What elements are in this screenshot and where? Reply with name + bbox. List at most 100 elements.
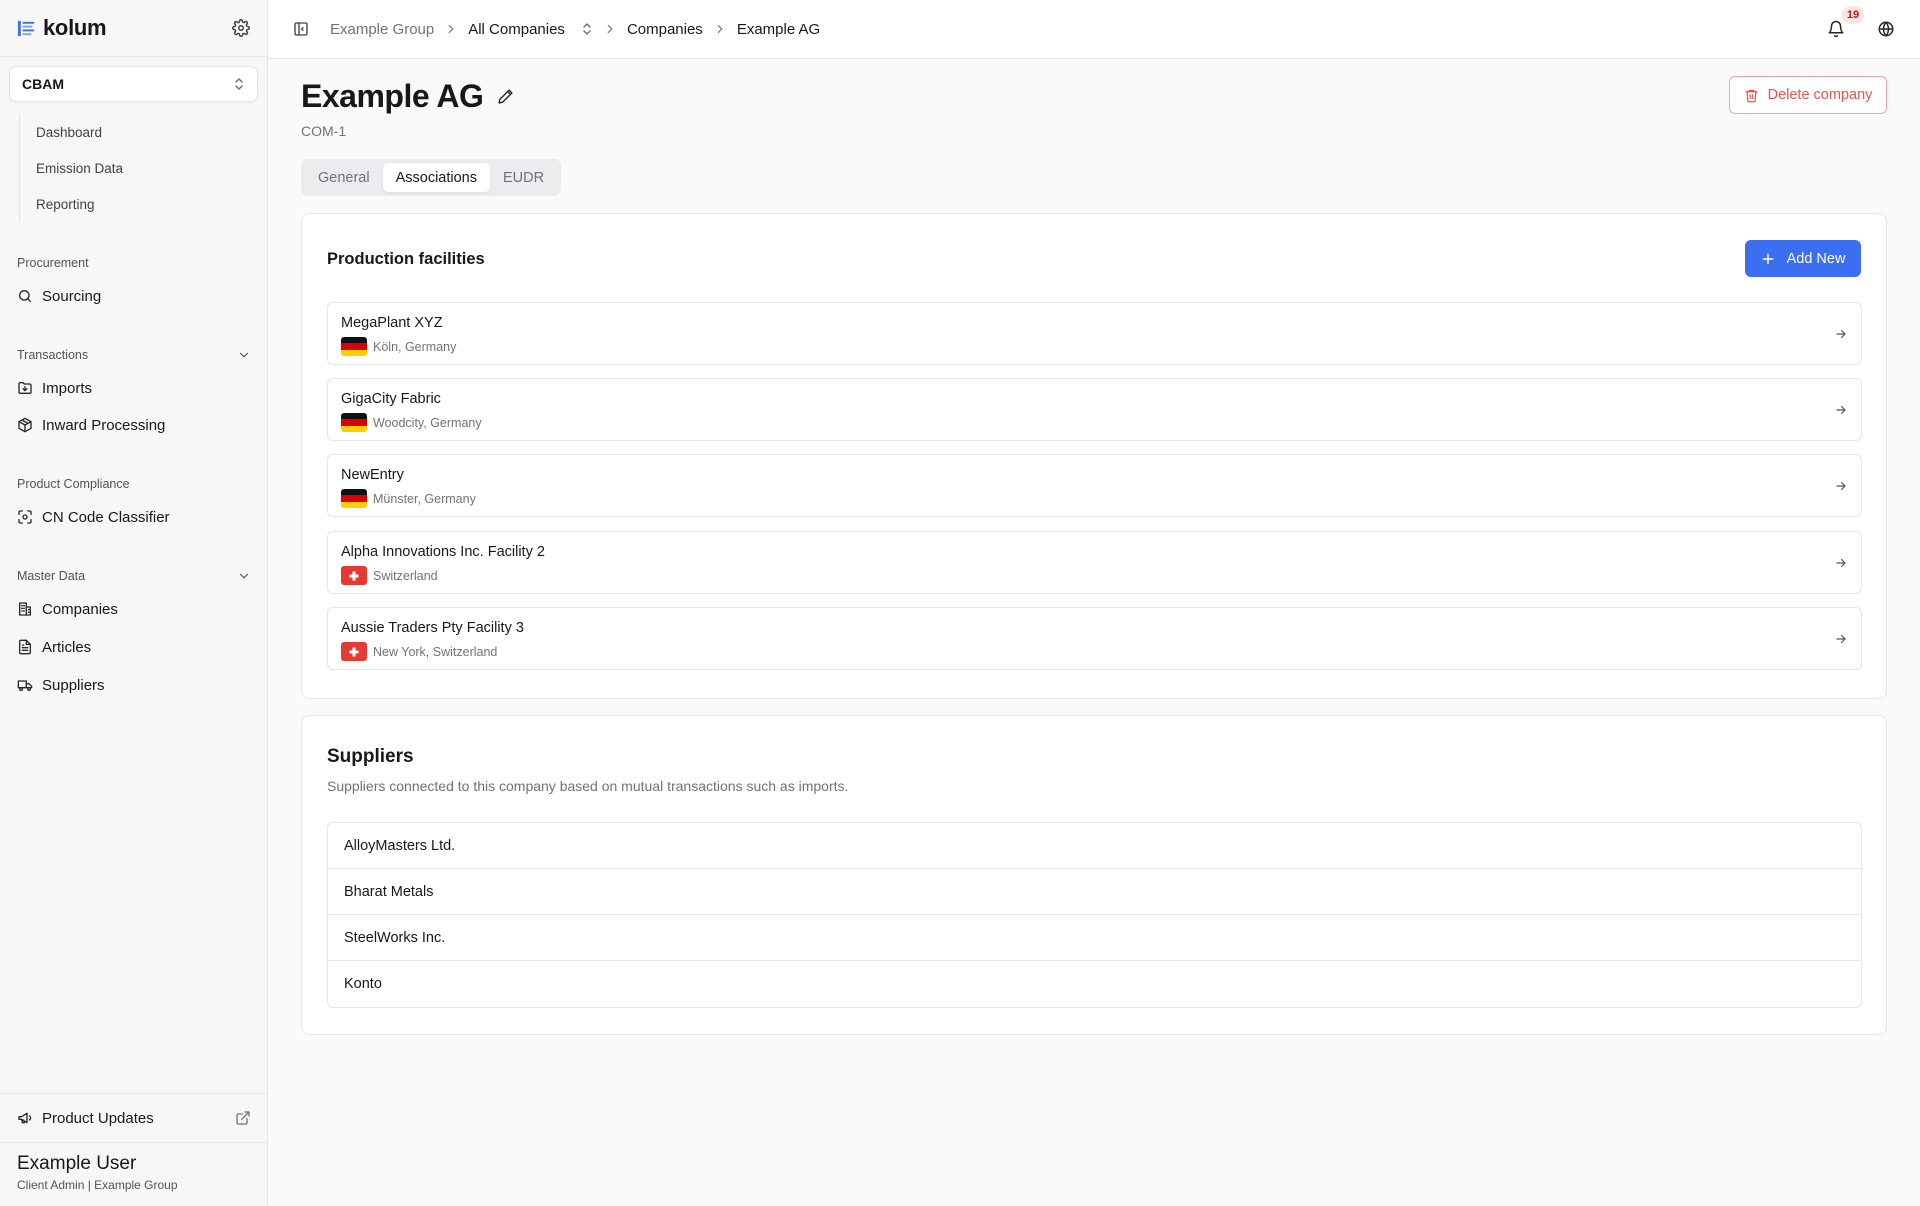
- breadcrumb-current: Example AG: [736, 20, 821, 38]
- production-facilities-title: Production facilities: [327, 250, 485, 268]
- sidebar-toggle-icon[interactable]: [293, 21, 309, 37]
- facility-location: Münster, Germany: [341, 489, 476, 508]
- sidebar-item-cn-code-classifier[interactable]: CN Code Classifier: [17, 503, 170, 531]
- production-facilities-card: Production facilities Add New MegaPlant …: [301, 213, 1887, 699]
- facility-row[interactable]: GigaCity Fabric Woodcity, Germany: [327, 378, 1862, 441]
- trash-icon: [1744, 89, 1758, 102]
- top-bar: Example Group All Companies Companies Ex…: [268, 0, 1920, 59]
- arrow-right-icon: [1836, 634, 1846, 644]
- notification-badge: 19: [1842, 6, 1864, 24]
- sidebar-item-label: Imports: [42, 379, 93, 397]
- user-name: Example User: [17, 1153, 137, 1174]
- chevron-up-down-icon: [235, 78, 243, 90]
- facility-location-text: Woodcity, Germany: [373, 415, 482, 430]
- app-name: kolum: [43, 15, 107, 40]
- tab-associations[interactable]: Associations: [382, 163, 490, 192]
- facility-name: NewEntry: [341, 467, 404, 483]
- company-code: COM-1: [301, 123, 347, 139]
- facility-name: MegaPlant XYZ: [341, 315, 443, 331]
- module-nav-dashboard[interactable]: Dashboard: [20, 114, 249, 150]
- user-profile[interactable]: Example User Client Admin | Example Grou…: [17, 1153, 178, 1192]
- supplier-row[interactable]: Konto: [328, 961, 1861, 1007]
- product-updates-link[interactable]: Product Updates: [0, 1093, 268, 1143]
- section-title-master-data[interactable]: Master Data: [17, 569, 251, 583]
- facility-location-text: Münster, Germany: [373, 491, 476, 506]
- sidebar-item-label: Inward Processing: [42, 416, 166, 434]
- search-icon: [19, 290, 31, 302]
- chevron-right-icon: [717, 24, 723, 34]
- facility-location-text: Köln, Germany: [373, 339, 457, 354]
- delete-company-label: Delete company: [1767, 87, 1873, 103]
- breadcrumb-companies[interactable]: Companies: [627, 21, 703, 38]
- breadcrumb-group[interactable]: Example Group: [330, 21, 434, 38]
- facility-location: Köln, Germany: [341, 337, 456, 356]
- arrow-right-icon: [1836, 405, 1846, 415]
- section-title-procurement: Procurement: [17, 256, 251, 270]
- sidebar-item-label: Articles: [42, 638, 92, 656]
- module-selector-label: CBAM: [22, 76, 64, 92]
- facility-name: Alpha Innovations Inc. Facility 2: [341, 544, 545, 560]
- gear-icon[interactable]: [232, 19, 250, 37]
- arrow-right-icon: [1836, 558, 1846, 568]
- bell-icon[interactable]: [1827, 20, 1845, 38]
- supplier-row[interactable]: AlloyMasters Ltd.: [328, 823, 1861, 869]
- truck-icon: [17, 680, 33, 691]
- chevron-up-down-icon[interactable]: [581, 22, 593, 36]
- sidebar-item-label: Companies: [42, 600, 118, 618]
- supplier-row[interactable]: SteelWorks Inc.: [328, 915, 1861, 961]
- facility-name: GigaCity Fabric: [341, 391, 441, 407]
- module-nav: Dashboard Emission Data Reporting: [19, 114, 249, 222]
- section-title-transactions-label: Transactions: [17, 348, 89, 362]
- product-updates-label: Product Updates: [42, 1109, 154, 1127]
- sidebar-item-inward-processing[interactable]: Inward Processing: [17, 411, 165, 439]
- facility-location-text: Switzerland: [373, 568, 438, 583]
- supplier-list: AlloyMasters Ltd. Bharat Metals SteelWor…: [327, 822, 1862, 1008]
- user-role: Client Admin | Example Group: [17, 1178, 178, 1192]
- module-nav-reporting[interactable]: Reporting: [20, 186, 249, 222]
- sidebar-item-label: Sourcing: [42, 287, 102, 305]
- sidebar-item-sourcing[interactable]: Sourcing: [17, 282, 101, 310]
- arrow-right-icon: [1836, 329, 1846, 339]
- facility-row[interactable]: MegaPlant XYZ Köln, Germany: [327, 302, 1862, 365]
- suppliers-card: Suppliers Suppliers connected to this co…: [301, 715, 1887, 1035]
- germany-flag-icon: [341, 413, 367, 432]
- tab-eudr[interactable]: EUDR: [490, 163, 557, 192]
- module-nav-emission-data[interactable]: Emission Data: [20, 150, 249, 186]
- sidebar-item-label: Suppliers: [42, 676, 105, 694]
- facility-name: Aussie Traders Pty Facility 3: [341, 620, 524, 636]
- document-icon: [19, 639, 31, 655]
- breadcrumb-company-switcher[interactable]: All Companies: [468, 21, 565, 38]
- facility-row[interactable]: Alpha Innovations Inc. Facility 2 Switze…: [327, 531, 1862, 594]
- germany-flag-icon: [341, 489, 367, 508]
- sidebar-item-companies[interactable]: Companies: [17, 595, 118, 623]
- suppliers-description: Suppliers connected to this company base…: [327, 778, 849, 794]
- switzerland-flag-icon: [341, 566, 367, 585]
- scan-icon: [18, 510, 32, 524]
- arrow-right-icon: [1836, 481, 1846, 491]
- sidebar-item-imports[interactable]: Imports: [17, 374, 92, 402]
- facility-row[interactable]: Aussie Traders Pty Facility 3 New York, …: [327, 607, 1862, 670]
- sidebar-item-articles[interactable]: Articles: [17, 633, 91, 661]
- chevron-right-icon: [448, 24, 454, 34]
- facility-row[interactable]: NewEntry Münster, Germany: [327, 454, 1862, 517]
- add-new-button[interactable]: Add New: [1745, 240, 1861, 277]
- section-title-product-compliance-label: Product Compliance: [17, 477, 130, 491]
- kolum-logo-icon: [17, 20, 35, 36]
- add-new-label: Add New: [1786, 250, 1846, 267]
- plus-icon: [1762, 253, 1773, 264]
- facility-location: New York, Switzerland: [341, 642, 497, 661]
- facility-location: Switzerland: [341, 566, 438, 585]
- germany-flag-icon: [341, 337, 367, 356]
- globe-icon[interactable]: [1877, 20, 1895, 38]
- sidebar-item-suppliers[interactable]: Suppliers: [17, 671, 105, 699]
- chevron-right-icon: [607, 24, 613, 34]
- facility-location-text: New York, Switzerland: [373, 644, 498, 659]
- tab-general[interactable]: General: [305, 163, 383, 192]
- delete-company-button[interactable]: Delete company: [1729, 76, 1887, 114]
- section-title-transactions[interactable]: Transactions: [17, 348, 251, 362]
- package-icon: [18, 417, 32, 433]
- pencil-icon[interactable]: [497, 88, 514, 105]
- module-selector[interactable]: CBAM: [9, 66, 258, 102]
- section-title-procurement-label: Procurement: [17, 256, 89, 270]
- supplier-row[interactable]: Bharat Metals: [328, 869, 1861, 915]
